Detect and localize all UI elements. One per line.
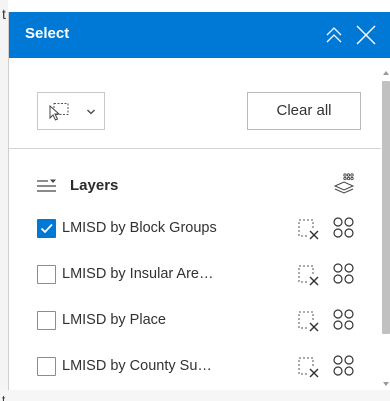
layer-checkbox[interactable]	[37, 357, 56, 376]
select-panel: Select Clear all Layers LMISD by Block G…	[8, 12, 390, 390]
scroll-up-arrow-icon[interactable]	[383, 70, 389, 76]
layer-row[interactable]: LMISD by Insular Are…	[9, 252, 381, 298]
layer-row[interactable]: LMISD by Block Groups	[9, 206, 381, 252]
layer-list-icon	[37, 179, 56, 192]
chevron-down-icon	[87, 109, 95, 115]
clear-selection-icon[interactable]	[297, 355, 321, 379]
layer-options-icon[interactable]	[332, 216, 356, 240]
layer-options-icon[interactable]	[332, 308, 356, 332]
background-text: t	[2, 393, 6, 401]
layer-label: LMISD by Insular Are…	[62, 266, 214, 282]
panel-title: Select	[25, 25, 70, 42]
scroll-down-arrow-icon[interactable]	[383, 381, 389, 387]
layer-selection-options-icon[interactable]	[332, 172, 356, 196]
background-text: t	[2, 6, 6, 22]
panel-header: Select	[9, 12, 390, 58]
layer-checkbox[interactable]	[37, 219, 56, 238]
scrollbar-thumb[interactable]	[382, 81, 390, 334]
clear-selection-icon[interactable]	[297, 309, 321, 333]
layers-heading: Layers	[70, 177, 119, 194]
layer-label: LMISD by County Su…	[62, 358, 212, 374]
collapse-button[interactable]	[323, 24, 345, 46]
close-icon	[356, 25, 376, 45]
layer-checkbox[interactable]	[37, 265, 56, 284]
layer-checkbox[interactable]	[37, 311, 56, 330]
layer-label: LMISD by Place	[62, 312, 166, 328]
layers-header: Layers	[9, 149, 381, 207]
clear-selection-icon[interactable]	[297, 263, 321, 287]
checkmark-icon	[40, 223, 53, 234]
clear-all-button[interactable]: Clear all	[247, 92, 361, 130]
layer-row[interactable]: LMISD by Place	[9, 298, 381, 344]
selection-tool-dropdown[interactable]	[37, 92, 105, 130]
clear-selection-icon[interactable]	[297, 217, 321, 241]
selection-toolbar: Clear all	[9, 58, 381, 148]
background-strip	[0, 0, 8, 401]
layer-label: LMISD by Block Groups	[62, 220, 217, 236]
select-rectangle-cursor-icon	[49, 103, 69, 121]
layer-row[interactable]: LMISD by County Su…	[9, 344, 381, 390]
layer-options-icon[interactable]	[332, 262, 356, 286]
layer-options-icon[interactable]	[332, 354, 356, 378]
close-button[interactable]	[354, 23, 378, 47]
chevrons-up-icon	[326, 27, 342, 43]
